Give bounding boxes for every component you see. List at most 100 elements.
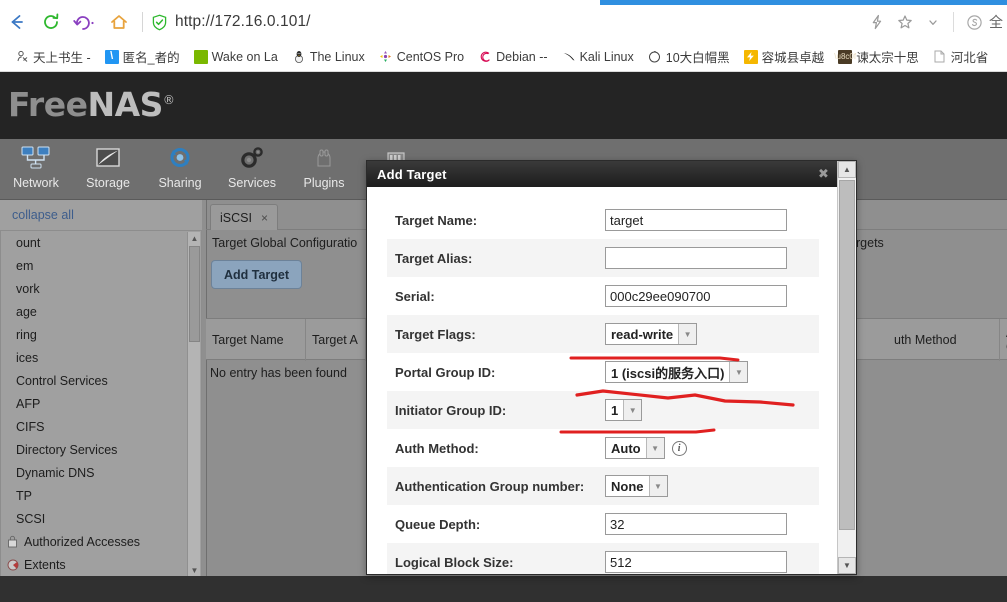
sidebar-item-sharing[interactable]: ring xyxy=(1,323,201,346)
nav-item-plugins[interactable]: Plugins xyxy=(288,143,360,190)
scroll-down-icon[interactable]: ▼ xyxy=(838,557,856,574)
nav-item-services[interactable]: Services xyxy=(216,143,288,190)
sidebar-item-dynamic-dns[interactable]: Dynamic DNS xyxy=(1,461,201,484)
bookmark-label: 天上书生 - xyxy=(33,51,91,65)
chevron-down-icon[interactable]: ▼ xyxy=(678,324,697,344)
dark-square-icon: \u8c0f xyxy=(834,49,856,64)
bookmark-item[interactable]: 10大白帽黑 xyxy=(641,45,737,69)
dialog-title-bar[interactable]: Add Target ✖ xyxy=(367,161,839,187)
scroll-up-icon[interactable]: ▲ xyxy=(838,161,856,178)
sidebar-item-label: CIFS xyxy=(16,419,45,434)
sidebar-item-ftp[interactable]: TP xyxy=(1,484,201,507)
sogou-extension-icon[interactable] xyxy=(961,9,987,35)
omnibox-divider xyxy=(953,12,954,32)
sidebar-item-storage[interactable]: age xyxy=(1,300,201,323)
forward-history-button[interactable] xyxy=(68,5,102,39)
collapse-all-link[interactable]: collapse all xyxy=(0,200,202,230)
bookmark-item[interactable]: 容城县卓越 xyxy=(737,45,832,69)
freenas-logo: FreeNAS® xyxy=(8,85,175,124)
logo-suffix: NAS xyxy=(87,85,163,124)
sidebar-item-label: em xyxy=(16,258,34,273)
toolbar-divider xyxy=(142,12,143,32)
bookmark-label: 10大白帽黑 xyxy=(665,51,730,65)
dialog-scrollbar[interactable]: ▲ ▼ xyxy=(837,161,856,574)
close-icon[interactable]: ✖ xyxy=(816,166,831,181)
bookmark-item[interactable]: \ 匿名_者的 xyxy=(98,45,187,69)
subnav-targets[interactable]: rgets xyxy=(856,236,884,250)
bookmark-item[interactable]: CentOS Pro xyxy=(372,45,471,69)
subnav-target-global-config[interactable]: Target Global Configuratio xyxy=(212,236,357,250)
chevron-down-icon[interactable]: ▼ xyxy=(648,476,667,496)
sidebar-item-afp[interactable]: AFP xyxy=(1,392,201,415)
sidebar-item-iscsi[interactable]: SCSI xyxy=(1,507,201,530)
browser-toolbar: http://172.16.0.101/ 全 xyxy=(0,0,1007,42)
auth-method-select[interactable]: Auto ▼ xyxy=(605,437,665,459)
dialog-title: Add Target xyxy=(377,166,447,182)
close-icon[interactable]: × xyxy=(261,211,268,225)
bookmark-item[interactable]: Debian -- xyxy=(471,45,554,69)
storage-icon xyxy=(93,143,123,173)
field-row-authentication-group-number: Authentication Group number: None ▼ xyxy=(387,467,819,505)
queue-depth-input[interactable] xyxy=(605,513,787,535)
back-button[interactable] xyxy=(0,5,34,39)
bookmark-item[interactable]: Wake on La xyxy=(187,45,285,69)
scrollbar-thumb[interactable] xyxy=(839,180,855,530)
sidebar-scrollbar[interactable]: ▲ ▼ xyxy=(187,232,200,577)
sidebar-item-directory-services[interactable]: Directory Services xyxy=(1,438,201,461)
sidebar-item-label: Control Services xyxy=(16,373,108,388)
lightning-icon[interactable] xyxy=(864,9,890,35)
add-target-button[interactable]: Add Target xyxy=(211,260,303,289)
home-button[interactable] xyxy=(102,5,136,39)
logical-block-size-input[interactable] xyxy=(605,551,787,573)
scroll-up-icon[interactable]: ▲ xyxy=(188,232,201,245)
column-header-auth-method[interactable]: uth Method xyxy=(888,319,1000,361)
chevron-down-icon[interactable]: ▼ xyxy=(729,362,748,382)
sidebar-item-account[interactable]: ount xyxy=(1,231,201,254)
sidebar-item-label: vork xyxy=(16,281,40,296)
scrollbar-thumb[interactable] xyxy=(189,246,200,342)
dialog-body: Target Name: i Target Alias: i Serial: i… xyxy=(367,187,855,574)
target-alias-input[interactable] xyxy=(605,247,787,269)
sidebar-item-label: TP xyxy=(16,488,32,503)
lock-icon xyxy=(5,535,20,548)
field-label: Target Name: xyxy=(395,212,478,228)
sidebar-item-control-services[interactable]: Control Services xyxy=(1,369,201,392)
bookmark-item[interactable]: The Linux xyxy=(285,45,372,69)
authentication-group-number-select[interactable]: None ▼ xyxy=(605,475,668,497)
sidebar-item-authorized-accesses[interactable]: Authorized Accesses xyxy=(1,530,201,553)
extension-label[interactable]: 全 xyxy=(989,12,1003,32)
chevron-down-icon[interactable] xyxy=(920,9,946,35)
nav-item-storage[interactable]: Storage xyxy=(72,143,144,190)
nav-label: Network xyxy=(13,176,59,190)
bookmark-item[interactable]: 河北省 xyxy=(926,45,996,69)
sidebar-item-system[interactable]: em xyxy=(1,254,201,277)
address-bar-url[interactable]: http://172.16.0.101/ xyxy=(175,13,864,31)
bookmark-label: CentOS Pro xyxy=(396,49,465,64)
plugins-icon xyxy=(309,143,339,173)
portal-group-id-select[interactable]: 1 (iscsi的服务入口) ▼ xyxy=(605,361,749,383)
bookmark-label: Kali Linux xyxy=(579,49,634,64)
sidebar-item-network[interactable]: vork xyxy=(1,277,201,300)
sidebar-item-cifs[interactable]: CIFS xyxy=(1,415,201,438)
info-icon[interactable]: i xyxy=(671,440,687,456)
bookmark-star-icon[interactable] xyxy=(892,9,918,35)
column-header-authentication-group-id[interactable]: Authenti Group ID xyxy=(1000,319,1007,361)
nav-item-sharing[interactable]: Sharing xyxy=(144,143,216,190)
annotation-portal-group-arrow xyxy=(575,389,795,407)
target-name-input[interactable] xyxy=(605,209,787,231)
bookmark-item[interactable]: 天上书生 - xyxy=(8,45,98,69)
serial-input[interactable] xyxy=(605,285,787,307)
tab-iscsi[interactable]: iSCSI × xyxy=(210,204,278,230)
bookmark-item[interactable]: \u8c0f 谏太宗十思 xyxy=(831,45,926,69)
bookmark-item[interactable]: Kali Linux xyxy=(555,45,641,69)
chevron-down-icon[interactable]: ▼ xyxy=(645,438,664,458)
nav-item-network[interactable]: Network xyxy=(0,143,72,190)
target-flags-select[interactable]: read-write ▼ xyxy=(605,323,698,345)
sidebar-item-extents[interactable]: Extents xyxy=(1,553,201,576)
sidebar-item-label: Dynamic DNS xyxy=(16,465,95,480)
field-row-target-alias: Target Alias: i xyxy=(387,239,855,277)
column-header-target-name[interactable]: Target Name xyxy=(206,319,306,361)
reload-button[interactable] xyxy=(34,5,68,39)
column-header-target-alias[interactable]: Target A xyxy=(306,319,366,361)
sidebar-item-services[interactable]: ices xyxy=(1,346,201,369)
